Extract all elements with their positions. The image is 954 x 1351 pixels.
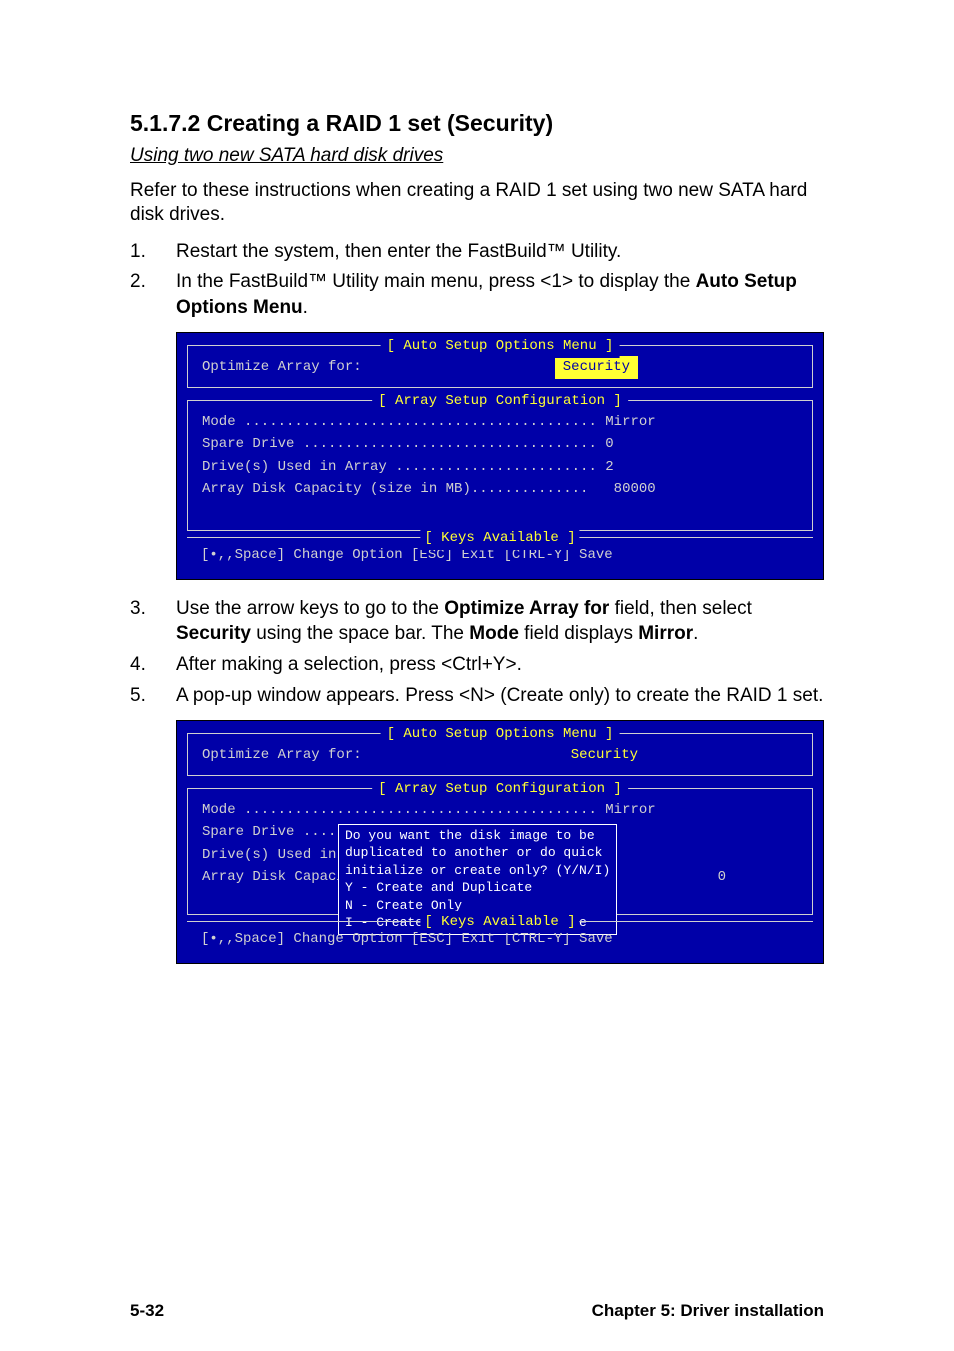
step-number: 2.	[130, 269, 176, 320]
section-subheading: Using two new SATA hard disk drives	[130, 145, 824, 167]
bios-screenshot-2: [ Auto Setup Options Menu ] Optimize Arr…	[176, 720, 824, 963]
bold-term: Security	[176, 623, 251, 644]
step-text: After making a selection, press <Ctrl+Y>…	[176, 652, 824, 678]
bios-config-mode: Mode ...................................…	[202, 411, 798, 433]
bios-keys-title: [ Keys Available ]	[420, 527, 579, 549]
step-text: Restart the system, then enter the FastB…	[176, 239, 824, 265]
step-2: 2. In the FastBuild™ Utility main menu, …	[130, 269, 824, 320]
bios-config-panel: [ Array Setup Configuration ] Mode .....…	[187, 788, 813, 916]
bios-menu-panel: [ Auto Setup Options Menu ] Optimize Arr…	[187, 345, 813, 387]
text-fragment: In the FastBuild™ Utility main menu, pre…	[176, 271, 696, 292]
section-heading: 5.1.7.2 Creating a RAID 1 set (Security)	[130, 110, 824, 137]
text-fragment: field displays	[519, 623, 638, 644]
text-fragment: Array Disk Capaci	[202, 866, 345, 888]
bios-panel-title: [ Auto Setup Options Menu ]	[381, 335, 620, 357]
bios-config-drives: Drive(s) Used in Array .................…	[202, 456, 798, 478]
bios-config-mode: Mode ...................................…	[202, 799, 798, 821]
bios-keys-panel: [ Keys Available ] [•,,Space] Change Opt…	[187, 537, 813, 568]
bold-term: Mirror	[638, 623, 693, 644]
step-3: 3. Use the arrow keys to go to the Optim…	[130, 596, 824, 647]
bios-config-panel: [ Array Setup Configuration ] Mode .....…	[187, 400, 813, 532]
bios-config-spare: Spare Drive ............................…	[202, 433, 798, 455]
bios-menu-panel: [ Auto Setup Options Menu ] Optimize Arr…	[187, 733, 813, 775]
text-fragment: Spare Drive .....	[202, 821, 345, 843]
step-5: 5. A pop-up window appears. Press <N> (C…	[130, 683, 824, 709]
text-fragment: .	[693, 623, 698, 644]
bios-field-label: Optimize Array for:	[202, 356, 362, 378]
bold-term: Optimize Array for	[444, 598, 609, 619]
bios-screenshot-1: [ Auto Setup Options Menu ] Optimize Arr…	[176, 332, 824, 579]
step-number: 5.	[130, 683, 176, 709]
step-number: 4.	[130, 652, 176, 678]
bios-panel-title: [ Array Setup Configuration ]	[372, 778, 628, 800]
bios-optimize-row: Optimize Array for: Security	[202, 744, 798, 766]
bios-config-capacity: Array Disk Capacity (size in MB)........…	[202, 478, 798, 500]
step-1: 1. Restart the system, then enter the Fa…	[130, 239, 824, 265]
bios-field-value: Security	[571, 744, 638, 766]
bios-panel-title: [ Array Setup Configuration ]	[372, 390, 628, 412]
intro-paragraph: Refer to these instructions when creatin…	[130, 179, 824, 227]
bold-term: Mode	[469, 623, 519, 644]
text-fragment: .	[303, 297, 308, 318]
step-number: 1.	[130, 239, 176, 265]
bios-keys-title: [ Keys Available ]	[420, 911, 579, 933]
step-4: 4. After making a selection, press <Ctrl…	[130, 652, 824, 678]
bios-keys-panel: [ Keys Available ] [•,,Space] Change Opt…	[187, 921, 813, 952]
step-text: A pop-up window appears. Press <N> (Crea…	[176, 683, 824, 709]
bios-field-value-highlight: Security	[555, 356, 638, 378]
step-text: Use the arrow keys to go to the Optimize…	[176, 596, 824, 647]
page-footer: 5-32 Chapter 5: Driver installation	[130, 1271, 824, 1321]
text-fragment: using the space bar. The	[251, 623, 469, 644]
chapter-title: Chapter 5: Driver installation	[592, 1301, 824, 1321]
bios-panel-title: [ Auto Setup Options Menu ]	[381, 723, 620, 745]
bios-optimize-row: Optimize Array for: Security	[202, 356, 798, 378]
text-fragment: Use the arrow keys to go to the	[176, 598, 444, 619]
text-fragment: 0	[718, 866, 726, 888]
bios-field-label: Optimize Array for:	[202, 744, 362, 766]
step-number: 3.	[130, 596, 176, 647]
step-text: In the FastBuild™ Utility main menu, pre…	[176, 269, 824, 320]
text-fragment: Drive(s) Used in	[202, 844, 336, 866]
page-number: 5-32	[130, 1301, 164, 1321]
text-fragment: field, then select	[609, 598, 752, 619]
